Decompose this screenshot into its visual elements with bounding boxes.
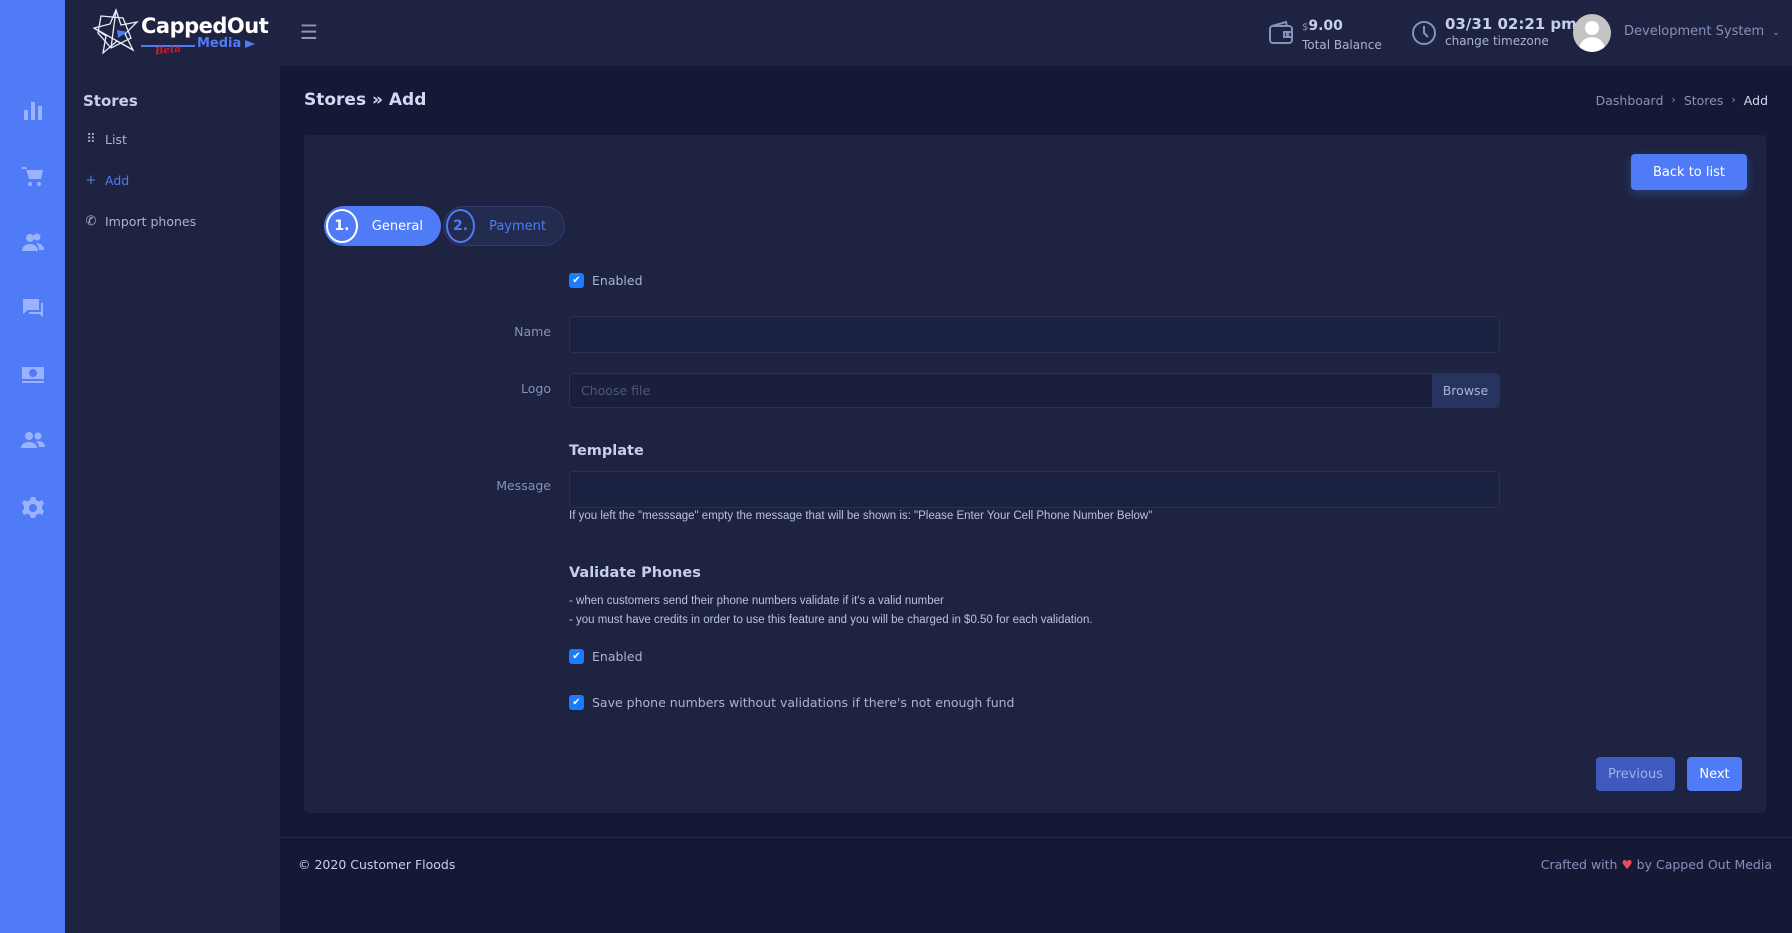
validate-enabled-label: Enabled <box>592 649 643 664</box>
breadcrumb-current: Add <box>1743 93 1768 108</box>
chat-icon <box>22 298 43 317</box>
footer-divider <box>280 837 1792 838</box>
message-help-text: If you left the "messsage" empty the mes… <box>569 510 1153 522</box>
logo-label: Logo <box>521 381 551 396</box>
chevron-right-icon: › <box>1731 93 1736 106</box>
previous-button[interactable]: Previous <box>1596 757 1675 791</box>
breadcrumb-stores[interactable]: Stores <box>1684 93 1724 108</box>
sidebar-item-label: Import phones <box>105 214 197 229</box>
check-icon: ✔ <box>569 695 584 710</box>
rail-item-users[interactable] <box>19 426 46 453</box>
step-number: 2. <box>446 209 476 243</box>
sidebar-item-label: Add <box>105 173 130 188</box>
crafted-prefix: Crafted with <box>1540 857 1618 872</box>
message-input[interactable] <box>569 471 1500 508</box>
rail-item-billing[interactable] <box>19 360 46 387</box>
sidebar-item-label: List <box>105 132 127 147</box>
template-heading: Template <box>569 443 644 459</box>
rail-item-dashboard[interactable] <box>19 96 46 123</box>
back-to-list-button[interactable]: Back to list <box>1631 154 1747 190</box>
logo[interactable]: CappedOut Media Beta <box>93 8 269 58</box>
user-name: Development System <box>1624 24 1765 39</box>
wizard-steps: 1. General 2. Payment <box>324 206 567 246</box>
store-form-card: Back to list 1. General 2. Payment ✔ Ena… <box>304 135 1766 813</box>
chevron-down-icon: ⌄ <box>1772 28 1780 38</box>
rail-item-stores[interactable] <box>19 162 46 189</box>
message-label-wrap: Message <box>451 478 551 493</box>
bar-chart-icon <box>23 101 42 120</box>
enabled-label: Enabled <box>592 273 643 288</box>
balance-label: Total Balance <box>1302 38 1382 52</box>
grid-icon: ⠿ <box>86 132 96 147</box>
change-timezone-link[interactable]: change timezone <box>1445 33 1577 49</box>
timezone-widget[interactable]: 03/31 02:21 pm change timezone <box>1411 16 1577 49</box>
browse-button[interactable]: Browse <box>1432 374 1499 407</box>
plus-icon: + <box>85 173 97 188</box>
logo-subtitle: Media <box>197 36 242 51</box>
page-title: Stores » Add <box>304 90 427 110</box>
logo-title: CappedOut <box>141 14 269 38</box>
clock-icon <box>1412 21 1436 45</box>
menu-toggle-icon[interactable]: ☰ <box>300 22 318 42</box>
check-icon: ✔ <box>569 649 584 664</box>
step-label: General <box>371 218 423 234</box>
step-general[interactable]: 1. General <box>324 206 441 246</box>
validate-note: - you must have credits in order to use … <box>569 614 1093 626</box>
message-label: Message <box>496 478 551 493</box>
breadcrumb-dashboard[interactable]: Dashboard <box>1596 93 1664 108</box>
file-placeholder: Choose file <box>581 383 651 398</box>
logo-play-icon <box>245 40 255 48</box>
logo-file-input[interactable]: Choose file Browse <box>569 373 1500 408</box>
name-label: Name <box>514 324 551 339</box>
heart-icon: ♥ <box>1621 857 1633 872</box>
name-label-wrap: Name <box>451 324 551 339</box>
sidebar-item-list[interactable]: ⠿ List <box>83 132 127 147</box>
chevron-right-icon: › <box>1671 93 1676 106</box>
current-datetime: 03/31 02:21 pm <box>1445 15 1577 33</box>
enabled-checkbox[interactable]: ✔ Enabled <box>569 273 643 288</box>
rail-item-customers[interactable] <box>19 228 46 255</box>
footer-copyright: © 2020 Customer Floods <box>298 857 456 872</box>
step-number: 1. <box>326 209 358 243</box>
phone-icon: ✆ <box>85 214 97 229</box>
sidebar-item-add[interactable]: + Add <box>83 173 130 188</box>
validate-enabled-checkbox[interactable]: ✔ Enabled <box>569 649 643 664</box>
total-balance[interactable]: $9.00 Total Balance <box>1268 18 1382 53</box>
sidebar-item-import-phones[interactable]: ✆ Import phones <box>83 214 197 229</box>
sidebar-title: Stores <box>83 92 138 110</box>
secondary-sidebar: Stores ⠿ List + Add ✆ Import phones <box>65 0 280 933</box>
save-without-validation-checkbox[interactable]: ✔ Save phone numbers without validations… <box>569 695 1015 710</box>
logo-label-wrap: Logo <box>451 381 551 396</box>
beta-badge: Beta <box>154 43 182 58</box>
validate-phones-heading: Validate Phones <box>569 565 701 581</box>
gear-icon <box>21 496 44 518</box>
footer-credits: Crafted with ♥ by Capped Out Media <box>1541 857 1772 872</box>
users-icon <box>20 431 45 448</box>
step-payment[interactable]: 2. Payment <box>443 206 565 246</box>
breadcrumb: Dashboard › Stores › Add <box>1596 93 1768 108</box>
rail-item-settings[interactable] <box>19 494 46 521</box>
validate-note: - when customers send their phone number… <box>569 595 944 607</box>
rail-item-messages[interactable] <box>19 294 46 321</box>
step-label: Payment <box>489 218 546 234</box>
avatar[interactable] <box>1573 14 1611 52</box>
icon-rail <box>0 0 65 933</box>
crafted-suffix: by Capped Out Media <box>1636 857 1772 872</box>
customers-icon <box>21 233 44 251</box>
next-button[interactable]: Next <box>1687 757 1742 791</box>
logo-star-icon <box>93 8 139 55</box>
balance-amount: 9.00 <box>1308 18 1343 34</box>
user-menu[interactable]: Development System ⌄ <box>1624 24 1780 39</box>
save-without-validation-label: Save phone numbers without validations i… <box>592 695 1015 710</box>
wallet-icon <box>1269 20 1293 44</box>
money-icon <box>21 366 44 383</box>
check-icon: ✔ <box>569 273 584 288</box>
name-input[interactable] <box>569 316 1500 353</box>
cart-icon <box>21 166 43 186</box>
